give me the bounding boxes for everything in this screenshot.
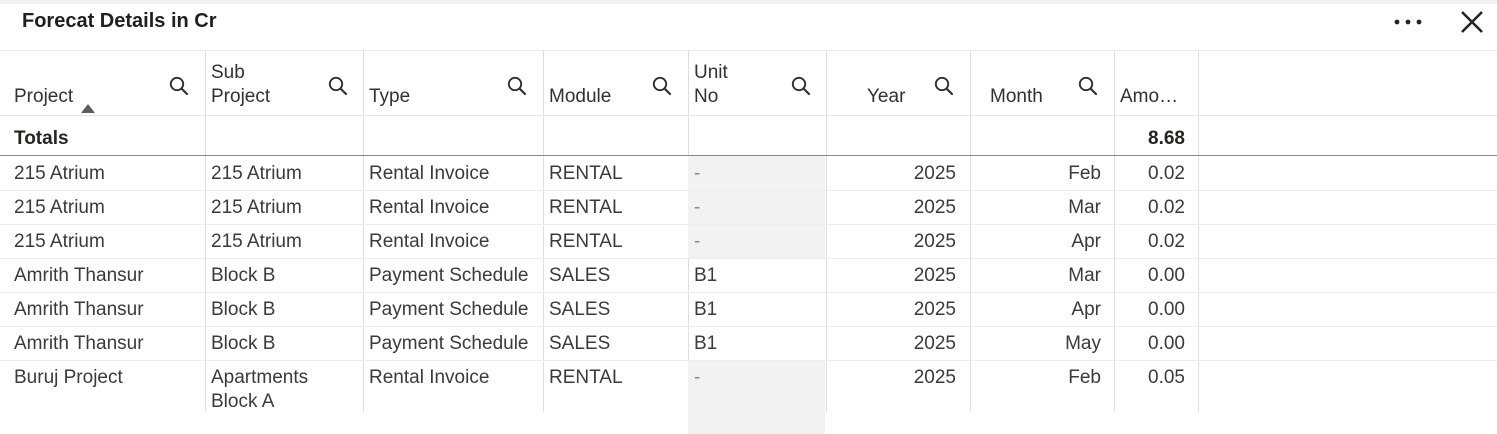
cell-project: 215 Atrium: [14, 231, 105, 252]
cell-amount: 0.02: [1148, 197, 1185, 218]
cell-module: RENTAL: [549, 197, 623, 218]
cell-year: 2025: [913, 333, 956, 354]
cell-year: 2025: [913, 299, 956, 320]
cell-unit-no: B1: [694, 299, 718, 320]
table-row[interactable]: Amrith Thansur Block B Payment Schedule SAL…: [0, 326, 1497, 360]
column-header-label: Module: [549, 86, 612, 107]
cell-sub-project: 215 Atrium: [211, 231, 302, 252]
cell-month: Apr: [1071, 299, 1101, 320]
search-icon[interactable]: [790, 75, 812, 97]
cell-sub-project: 215 Atrium: [211, 197, 302, 218]
cell-month: Feb: [1068, 163, 1101, 184]
table-row[interactable]: 215 Atrium 215 Atrium Rental Invoice RENTAL…: [0, 224, 1497, 258]
page-title: Forecat Details in Cr: [22, 10, 217, 32]
cell-type: Rental Invoice: [369, 163, 490, 184]
header-divider: [0, 115, 1497, 116]
search-icon[interactable]: [327, 75, 349, 97]
column-header-unit-no[interactable]: Unit No: [688, 51, 826, 115]
search-icon[interactable]: [1077, 75, 1099, 97]
totals-label: Totals: [14, 128, 69, 149]
cell-month: Apr: [1071, 231, 1101, 252]
cell-project: Buruj Project: [14, 367, 123, 388]
cell-sub-project: Block B: [211, 265, 276, 286]
cell-type: Payment Schedule: [369, 299, 529, 320]
column-header-amount[interactable]: Amo…: [1114, 51, 1198, 115]
cell-project: Amrith Thansur: [14, 299, 144, 320]
cell-type: Rental Invoice: [369, 197, 490, 218]
cell-amount: 0.02: [1148, 163, 1185, 184]
more-options-button[interactable]: [1390, 8, 1426, 36]
column-header-label: Amo…: [1120, 86, 1179, 107]
cell-unit-no: -: [694, 197, 701, 218]
cell-year: 2025: [913, 163, 956, 184]
cell-module: RENTAL: [549, 367, 623, 388]
cell-amount: 0.00: [1148, 265, 1185, 286]
cell-amount: 0.02: [1148, 231, 1185, 252]
cell-sub-project: 215 Atrium: [211, 163, 302, 184]
cell-month: May: [1065, 333, 1101, 354]
column-header-year[interactable]: Year: [826, 51, 970, 115]
search-icon[interactable]: [506, 75, 528, 97]
cell-project: Amrith Thansur: [14, 265, 144, 286]
search-icon[interactable]: [933, 75, 955, 97]
cell-year: 2025: [913, 231, 956, 252]
cell-month: Mar: [1068, 197, 1101, 218]
cell-type: Rental Invoice: [369, 367, 490, 388]
cell-unit-no: -: [694, 367, 701, 388]
column-header-label: Sub Project: [211, 62, 271, 107]
totals-row: Totals 8.68: [0, 121, 1497, 155]
cell-unit-no: B1: [694, 265, 718, 286]
table-row[interactable]: Amrith Thansur Block B Payment Schedule SAL…: [0, 258, 1497, 292]
table-row[interactable]: 215 Atrium 215 Atrium Rental Invoice RENTAL…: [0, 156, 1497, 190]
close-icon: [1461, 11, 1483, 33]
cell-sub-project: Block B: [211, 299, 276, 320]
column-header-sub-project[interactable]: Sub Project: [205, 51, 363, 115]
cell-amount: 0.05: [1148, 367, 1185, 388]
cell-sub-project: Apartments Block A: [211, 367, 309, 412]
column-header-type[interactable]: Type: [363, 51, 543, 115]
column-header-label: Project: [14, 86, 74, 107]
cell-month: Mar: [1068, 265, 1101, 286]
close-button[interactable]: [1456, 6, 1488, 38]
cell-type: Rental Invoice: [369, 231, 490, 252]
cell-project: 215 Atrium: [14, 163, 105, 184]
cell-project: 215 Atrium: [14, 197, 105, 218]
sort-ascending-icon[interactable]: [81, 104, 95, 113]
cell-module: RENTAL: [549, 231, 623, 252]
cell-year: 2025: [913, 367, 956, 388]
cell-amount: 0.00: [1148, 299, 1185, 320]
cell-module: SALES: [549, 265, 611, 286]
column-header-label: Unit No: [694, 62, 728, 107]
totals-amount: 8.68: [1148, 128, 1185, 149]
cell-amount: 0.00: [1148, 333, 1185, 354]
cell-type: Payment Schedule: [369, 333, 529, 354]
table-row[interactable]: 215 Atrium 215 Atrium Rental Invoice RENTAL…: [0, 190, 1497, 224]
cell-year: 2025: [913, 265, 956, 286]
more-options-icon: [1394, 19, 1422, 25]
cell-module: SALES: [549, 299, 611, 320]
cell-month: Feb: [1068, 367, 1101, 388]
column-header-label: Year: [867, 86, 906, 107]
cell-sub-project: Block B: [211, 333, 276, 354]
column-header-label: Month: [990, 86, 1043, 107]
cell-year: 2025: [913, 197, 956, 218]
column-header-month[interactable]: Month: [970, 51, 1114, 115]
cell-unit-no: -: [694, 231, 701, 252]
column-header-project[interactable]: Project: [0, 51, 205, 115]
table-row[interactable]: Buruj Project Apartments Block A Rental In…: [0, 360, 1497, 412]
table-row[interactable]: Amrith Thansur Block B Payment Schedule SAL…: [0, 292, 1497, 326]
cell-module: SALES: [549, 333, 611, 354]
cell-module: RENTAL: [549, 163, 623, 184]
cell-type: Payment Schedule: [369, 265, 529, 286]
cell-unit-no: -: [694, 163, 701, 184]
column-header-module[interactable]: Module: [543, 51, 688, 115]
data-table: Project Sub Project Type Module Unit No Year M…: [0, 51, 1497, 434]
search-icon[interactable]: [651, 75, 673, 97]
column-header-label: Type: [369, 86, 411, 107]
cell-unit-no: B1: [694, 333, 718, 354]
cell-project: Amrith Thansur: [14, 333, 144, 354]
top-border: [0, 0, 1497, 4]
search-icon[interactable]: [168, 75, 190, 97]
